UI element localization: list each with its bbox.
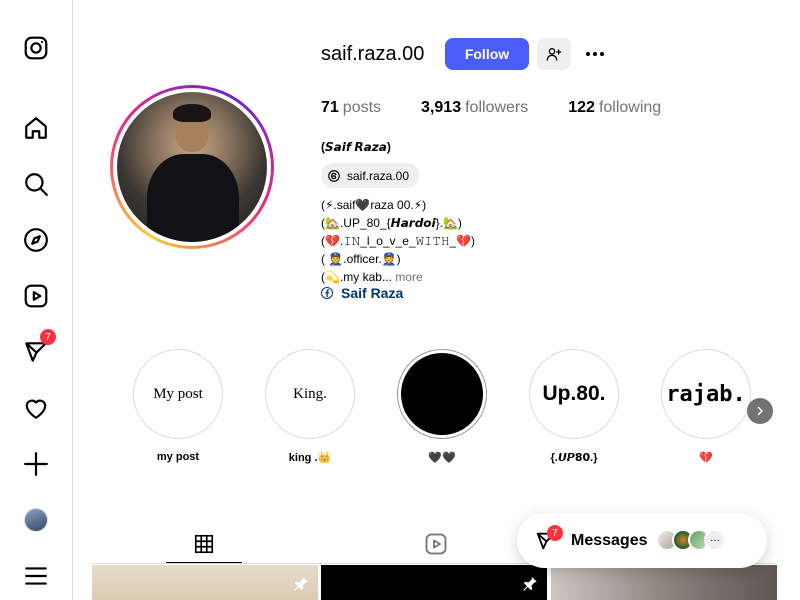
- explore-icon[interactable]: [22, 226, 50, 254]
- bio-line: (🏡.UP_80_{𝙃𝙖𝙧𝙙𝙤𝙞}.🏡): [321, 216, 462, 230]
- bio-line: ( 👮.officer.👮): [321, 252, 401, 266]
- facebook-icon: [321, 287, 333, 299]
- highlight-label: 💔: [699, 452, 713, 464]
- highlight-up80[interactable]: Up.80. {.𝙐𝙋𝟴𝟬.}: [528, 349, 620, 464]
- threads-icon: [328, 169, 340, 182]
- post-thumbnail[interactable]: [551, 565, 777, 600]
- posts-stat: 71 posts: [321, 99, 381, 117]
- bio-text: (⚡.saif🖤raza 00.⚡) (🏡.UP_80_{𝙃𝙖𝙧𝙙𝙤𝙞}.🏡) …: [321, 196, 475, 286]
- highlight-cover: rajab.: [665, 353, 747, 435]
- add-person-icon: [546, 48, 562, 61]
- search-icon[interactable]: [22, 170, 50, 198]
- tab-posts[interactable]: [166, 525, 242, 563]
- heart-icon[interactable]: [22, 394, 50, 422]
- bio-line: (💫.my kab... more: [321, 270, 423, 284]
- follow-button[interactable]: Follow: [445, 38, 529, 70]
- profile-avatar[interactable]: [22, 506, 50, 534]
- profile-username: saif.raza.00: [321, 43, 425, 65]
- bio-line: (💔.𝙸𝙽_l_o_v_e_𝚆𝙸𝚃𝙷_💔): [321, 234, 476, 248]
- highlight-label: {.𝙐𝙋𝟴𝟬.}: [550, 452, 598, 464]
- highlights-next-button[interactable]: [747, 398, 773, 424]
- reels-icon[interactable]: [22, 282, 50, 310]
- reels-icon: [425, 533, 447, 555]
- tab-reels[interactable]: [398, 525, 474, 563]
- post-thumbnail[interactable]: [321, 565, 547, 600]
- messages-label: Messages: [571, 531, 648, 549]
- create-icon[interactable]: [22, 450, 50, 478]
- chevron-right-icon: [757, 406, 763, 416]
- highlight-my-post[interactable]: My post my post: [132, 349, 224, 463]
- highlight-label: 🖤🖤: [428, 452, 456, 464]
- profile-stats: 71 posts 3,913 followers 122 following: [321, 99, 701, 117]
- messenger-badge: 7: [40, 329, 56, 345]
- profile-photo: [117, 92, 267, 242]
- sidebar: 7: [0, 0, 73, 600]
- bio-display-name: (𝙎𝙖𝙞𝙛 𝙍𝙖𝙯𝙖): [321, 140, 391, 154]
- menu-icon[interactable]: [22, 562, 50, 590]
- home-icon[interactable]: [22, 114, 50, 142]
- highlight-cover: Up.80.: [533, 353, 615, 435]
- messenger-icon[interactable]: 7: [22, 329, 56, 366]
- highlight-label: my post: [156, 451, 200, 463]
- followers-count: 3,913: [421, 99, 462, 116]
- pin-icon: [294, 577, 308, 591]
- facebook-name: Saif Raza: [341, 285, 404, 301]
- options-button[interactable]: [580, 40, 610, 68]
- highlight-black[interactable]: 🖤🖤: [396, 349, 488, 464]
- highlight-cover: [401, 353, 483, 435]
- highlight-rajab[interactable]: rajab. 💔: [660, 349, 752, 464]
- bio-line: (⚡.saif🖤raza 00.⚡): [321, 198, 427, 212]
- highlight-label: king .👑: [288, 452, 332, 464]
- more-options-icon: [586, 52, 604, 56]
- more-conversations-icon: ···: [704, 529, 726, 551]
- pin-icon: [523, 577, 537, 591]
- highlight-cover: King.: [269, 353, 351, 435]
- messages-badge: 7: [547, 525, 563, 541]
- messages-avatars: ···: [656, 529, 726, 551]
- messages-drawer-button[interactable]: 7 Messages: [517, 513, 767, 568]
- threads-link[interactable]: saif.raza.00: [321, 163, 420, 188]
- highlight-king[interactable]: King. king .👑: [264, 349, 356, 464]
- bio-more-link[interactable]: more: [395, 270, 422, 284]
- followers-stat[interactable]: 3,913 followers: [421, 99, 528, 117]
- highlight-cover: My post: [137, 353, 219, 435]
- threads-handle: saif.raza.00: [347, 168, 410, 183]
- following-count: 122: [568, 99, 595, 116]
- grid-icon: [194, 534, 214, 554]
- following-label: following: [598, 99, 662, 116]
- post-thumbnail[interactable]: [92, 565, 318, 600]
- followers-label: followers: [465, 99, 529, 116]
- instagram-logo-icon[interactable]: [22, 34, 50, 62]
- posts-label: posts: [342, 99, 382, 116]
- facebook-link[interactable]: Saif Raza: [321, 285, 403, 301]
- profile-picture[interactable]: [110, 85, 274, 249]
- following-stat[interactable]: 122 following: [568, 99, 661, 117]
- suggested-accounts-button[interactable]: [537, 38, 571, 70]
- posts-count: 71: [321, 99, 339, 116]
- avatar: [24, 508, 48, 532]
